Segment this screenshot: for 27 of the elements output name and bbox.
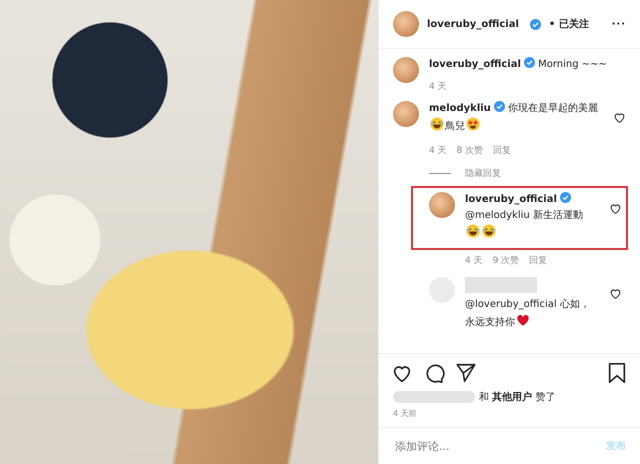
username-link[interactable]: loveruby_official <box>427 18 519 30</box>
share-icon[interactable] <box>455 362 477 384</box>
hide-replies-link[interactable]: 隐藏回复 <box>465 167 501 180</box>
caption-text: loveruby_official Morning ~~~ <box>429 57 608 72</box>
comment-time: 4 天 <box>465 255 483 267</box>
post-time: 4 天前 <box>379 406 640 428</box>
blurred-username <box>465 277 537 293</box>
comment-text: @loveruby_official 心如，永远支持你 <box>465 277 598 333</box>
avatar[interactable] <box>393 101 419 127</box>
more-options-button[interactable]: ··· <box>612 18 626 30</box>
reply-link[interactable]: 回复 <box>493 143 512 159</box>
avatar[interactable] <box>393 57 419 83</box>
reply-link[interactable]: 回复 <box>529 254 548 267</box>
comment-time: 4 天 <box>429 145 447 158</box>
bookmark-icon[interactable] <box>606 362 628 384</box>
like-heart-icon[interactable] <box>608 287 622 301</box>
post-time: 4 天 <box>429 81 447 94</box>
comment-text: loveruby_official @melodykliu 新生活運動 <box>465 192 598 244</box>
avatar[interactable] <box>429 192 455 218</box>
likes-text: 和 其他用户 赞了 <box>479 390 556 404</box>
avatar[interactable] <box>393 11 419 37</box>
follow-status[interactable]: • 已关注 <box>548 17 589 31</box>
like-count[interactable]: 8 次赞 <box>456 143 484 159</box>
like-heart-icon[interactable] <box>612 111 626 125</box>
comment-text: melodykliu 你現在是早起的美麗 鳥兒 <box>429 101 602 137</box>
like-heart-icon[interactable] <box>608 202 622 216</box>
like-count[interactable]: 9 次赞 <box>492 254 520 267</box>
